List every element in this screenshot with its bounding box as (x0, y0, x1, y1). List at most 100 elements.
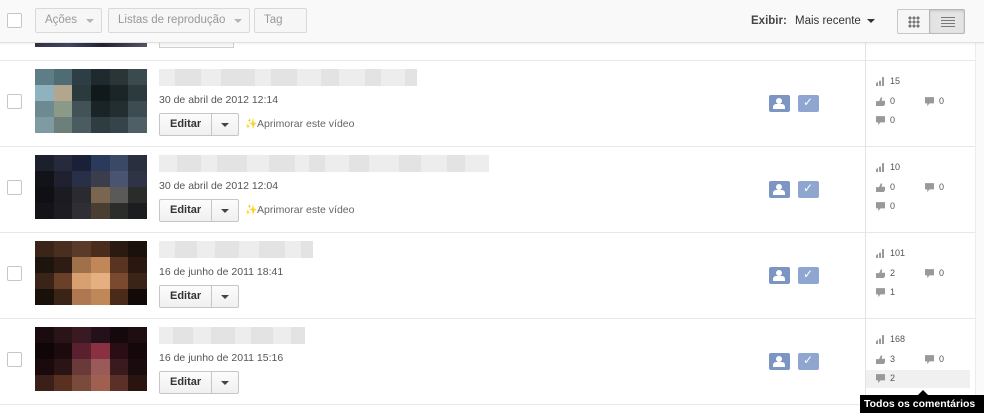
comments-stat[interactable]: 0 (876, 200, 895, 212)
actions-dropdown[interactable]: Ações (35, 8, 102, 33)
thumbnail-pixel (53, 257, 73, 273)
public-status-icon[interactable] (769, 95, 790, 112)
public-status-icon[interactable] (769, 353, 790, 370)
video-title-redacted[interactable] (159, 327, 305, 344)
thumbnail-pixel (90, 343, 110, 359)
thumbnail-pixel (90, 241, 110, 257)
edit-dropdown-button[interactable] (212, 113, 240, 136)
thumbnail-pixel (109, 257, 129, 273)
processed-check-icon[interactable] (798, 267, 819, 284)
thumbnail-pixel (53, 117, 73, 133)
video-thumbnail[interactable] (35, 155, 147, 219)
processed-check-icon[interactable] (798, 181, 819, 198)
thumbnail-pixel (90, 257, 110, 273)
enhance-label: Aprimorar este vídeo (257, 204, 355, 216)
playlists-dropdown[interactable]: Listas de reprodução (108, 8, 250, 33)
likes-stat[interactable]: 0 (876, 95, 895, 107)
video-checkbox[interactable] (7, 180, 22, 195)
title-blur-block (239, 241, 259, 258)
likes-stat[interactable]: 0 (876, 181, 895, 193)
video-title-redacted[interactable] (159, 241, 313, 258)
views-stat[interactable]: 101 (876, 247, 905, 259)
video-checkbox[interactable] (7, 352, 22, 367)
enhance-video-link[interactable]: ✨Aprimorar este vídeo (245, 118, 354, 130)
video-checkbox[interactable] (7, 266, 22, 281)
processed-check-icon[interactable] (798, 95, 819, 112)
thumbnail-pixel (35, 101, 54, 117)
dislikes-count: 0 (939, 96, 945, 106)
title-blur-block (251, 327, 273, 344)
views-stat[interactable]: 168 (876, 333, 905, 345)
thumbnail-pixel (35, 117, 54, 133)
edit-dropdown-button[interactable] (212, 199, 240, 222)
edit-button[interactable]: Editar (159, 199, 213, 222)
thumbnail-pixel (109, 117, 129, 133)
comments-count: 0 (890, 115, 896, 125)
tag-dropdown[interactable]: Tag (254, 8, 307, 33)
sort-value: Mais recente (795, 15, 861, 27)
edit-button-group: Editar (159, 199, 240, 222)
grid-view-button[interactable] (897, 9, 930, 34)
dislikes-stat[interactable]: 0 (925, 267, 944, 279)
video-row: 16 de junho de 2011 18:41 Editar (0, 233, 975, 319)
edit-button[interactable] (159, 43, 234, 48)
dislikes-stat[interactable]: 0 (925, 353, 944, 365)
stats-divider (865, 43, 866, 413)
thumbnail-pixel (128, 187, 147, 203)
video-thumbnail[interactable] (35, 69, 147, 133)
comments-stat[interactable]: 0 (876, 114, 895, 126)
thumbnail-pixel (72, 327, 91, 343)
views-stat[interactable]: 15 (876, 75, 900, 87)
thumbnail-pixel (53, 101, 73, 117)
video-thumbnail[interactable] (35, 327, 147, 391)
dislikes-stat[interactable]: 0 (925, 95, 944, 107)
likes-count: 3 (890, 354, 896, 364)
public-status-icon[interactable] (769, 267, 790, 284)
edit-button[interactable]: Editar (159, 285, 213, 308)
title-blur-block (339, 69, 365, 86)
edit-dropdown-button[interactable] (212, 285, 240, 308)
select-all-checkbox[interactable] (7, 13, 22, 28)
video-thumbnail[interactable] (35, 43, 147, 47)
actions-label: Ações (45, 14, 77, 26)
likes-stat[interactable]: 3 (876, 353, 895, 365)
thumbnail-pixel (90, 69, 110, 85)
views-count: 101 (890, 248, 906, 258)
video-checkbox[interactable] (7, 94, 22, 109)
dislikes-stat[interactable]: 0 (925, 181, 944, 193)
thumbnail-pixel (35, 187, 54, 203)
thumbnail-pixel (109, 203, 129, 219)
scrollbar-track[interactable] (975, 43, 984, 413)
title-blur-block (259, 241, 285, 258)
sort-dropdown[interactable]: Mais recente (795, 15, 875, 27)
enhance-video-link[interactable]: ✨Aprimorar este vídeo (245, 204, 354, 216)
video-title-redacted[interactable] (159, 69, 417, 86)
edit-button[interactable]: Editar (159, 371, 213, 394)
comments-stat[interactable]: 1 (876, 286, 895, 298)
list-view-button[interactable] (929, 9, 965, 34)
public-status-icon[interactable] (769, 181, 790, 198)
processed-check-icon[interactable] (798, 353, 819, 370)
thumbnail-pixel (72, 101, 91, 117)
dislikes-icon (925, 183, 934, 193)
thumbnail-pixel (53, 155, 73, 171)
thumbnail-pixel (109, 289, 129, 305)
edit-button[interactable]: Editar (159, 113, 213, 136)
video-title-redacted[interactable] (159, 155, 489, 172)
video-thumbnail[interactable] (35, 241, 147, 305)
thumbnail-pixel (35, 375, 54, 391)
thumbnail-pixel (53, 343, 73, 359)
thumbnail-pixel (128, 327, 147, 343)
thumbnail-pixel (90, 85, 110, 101)
edit-dropdown-button[interactable] (212, 371, 240, 394)
thumbnail-pixel (53, 203, 73, 219)
views-bars-icon (876, 163, 884, 173)
thumbnail-pixel (35, 155, 54, 171)
title-blur-block (297, 69, 321, 86)
views-stat[interactable]: 10 (876, 161, 900, 173)
thumbnail-pixel (72, 273, 91, 289)
likes-stat[interactable]: 2 (876, 267, 895, 279)
thumbnail-pixel (35, 273, 54, 289)
comments-stat[interactable]: 2 (876, 372, 895, 384)
title-blur-block (365, 69, 381, 86)
